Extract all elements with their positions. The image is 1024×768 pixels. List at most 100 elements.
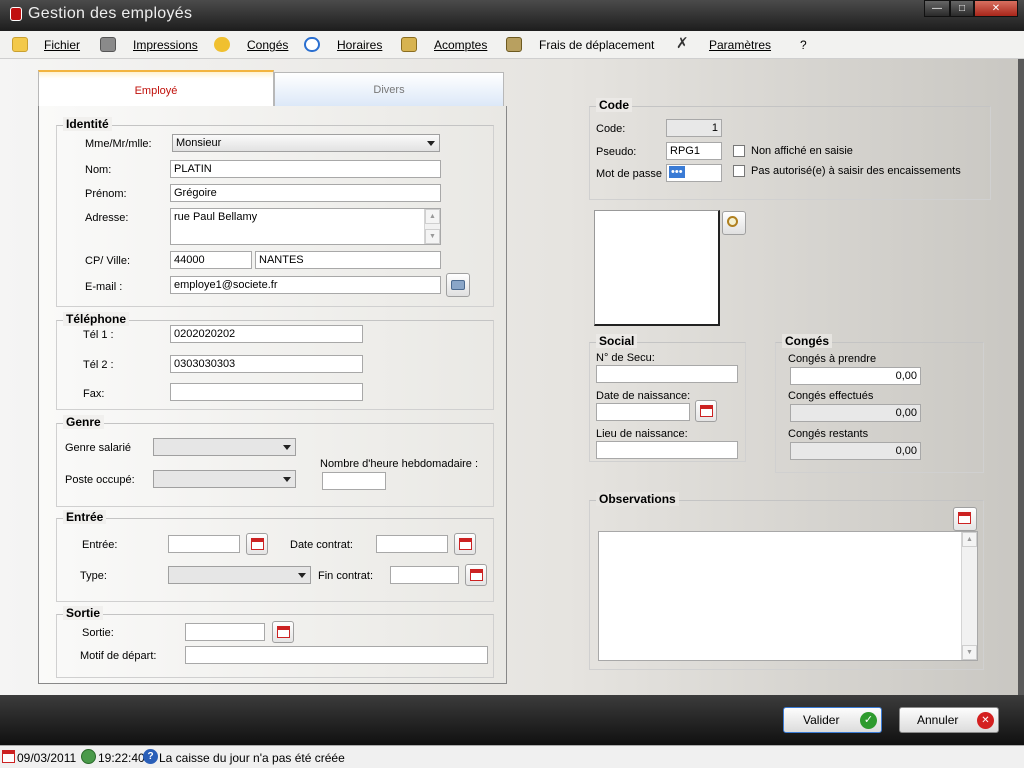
menu-parametres[interactable]: Paramètres [709,38,771,52]
valider-label: Valider [803,713,840,727]
calendar-icon [470,569,483,581]
naissance-input[interactable] [596,403,690,421]
sortie-date-input[interactable] [185,623,265,641]
entree-label: Entrée: [82,539,118,551]
app-icon [10,7,22,21]
prenom-input[interactable]: Grégoire [170,184,441,202]
fin-contrat-calendar-button[interactable] [465,564,487,586]
send-email-button[interactable] [446,273,470,297]
tel2-input[interactable]: 0303030303 [170,355,363,373]
menu-frais-deplacement[interactable]: Frais de déplacement [539,38,654,52]
observations-title: Observations [596,492,679,506]
pseudo-input[interactable]: RPG1 [666,142,722,160]
chevron-down-icon [298,573,306,578]
close-button[interactable]: ✕ [974,0,1018,17]
civilite-value: Monsieur [176,137,222,149]
scroll-down-icon[interactable]: ▼ [425,229,440,244]
secu-input[interactable] [596,365,738,383]
naissance-calendar-button[interactable] [695,400,717,422]
lieu-input[interactable] [596,441,738,459]
photo-box[interactable] [594,210,720,326]
secu-label: N° de Secu: [596,352,655,364]
mdp-value: ••• [669,166,685,178]
status-message: La caisse du jour n'a pas été créée [159,751,345,765]
ville-input[interactable]: NANTES [255,251,441,269]
genre-title: Genre [63,415,104,429]
pseudo-label: Pseudo: [596,146,637,158]
tel1-input[interactable]: 0202020202 [170,325,363,343]
motif-input[interactable] [185,646,488,664]
title-bar: Gestion des employés — □ ✕ [0,0,1024,31]
calendar-icon [958,512,971,524]
minimize-button[interactable]: — [924,0,950,17]
menu-fichier[interactable]: Fichier [44,38,80,52]
fax-input[interactable] [170,383,363,401]
naissance-label: Date de naissance: [596,390,691,402]
civilite-select[interactable]: Monsieur [172,134,440,152]
type-label: Type: [80,570,107,582]
entree-date-input[interactable] [168,535,240,553]
genre-salarie-select[interactable] [153,438,296,456]
cp-input[interactable]: 44000 [170,251,252,269]
prenom-label: Prénom: [85,188,127,200]
code-input: 1 [666,119,722,137]
mdp-input[interactable]: ••• [666,164,722,182]
entree-title: Entrée [63,510,107,524]
clock-icon [81,749,96,764]
money-icon [401,37,417,52]
printer-icon [100,37,116,52]
menu-impressions[interactable]: Impressions [133,38,198,52]
chevron-down-icon [427,141,435,146]
observations-textarea[interactable] [598,531,978,661]
scroll-down-icon[interactable]: ▼ [962,645,977,660]
genre-salarie-label: Genre salarié [65,442,132,454]
email-input[interactable]: employe1@societe.fr [170,276,441,294]
date-contrat-input[interactable] [376,535,448,553]
conges-a-prendre-label: Congés à prendre [788,353,877,365]
menu-conges[interactable]: Congés [247,38,288,52]
cp-ville-label: CP/ Ville: [85,255,131,267]
non-affiche-checkbox[interactable] [733,145,745,157]
civilite-label: Mme/Mr/mlle: [85,138,152,150]
calendar-icon [2,750,15,763]
fin-contrat-input[interactable] [390,566,459,584]
poste-select[interactable] [153,470,296,488]
adresse-label: Adresse: [85,212,129,224]
menu-acomptes[interactable]: Acomptes [434,38,487,52]
scroll-up-icon[interactable]: ▲ [962,532,977,547]
email-icon [451,280,465,290]
date-contrat-calendar-button[interactable] [454,533,476,555]
sortie-calendar-button[interactable] [272,621,294,643]
lieu-label: Lieu de naissance: [596,428,688,440]
calendar-icon [277,626,290,638]
cancel-icon: ✕ [977,712,994,729]
code-label: Code: [596,123,626,135]
observations-calendar-button[interactable] [953,507,977,531]
status-date: 09/03/2011 [17,751,77,765]
poste-label: Poste occupé: [65,474,135,486]
tab-employe[interactable]: Employé [38,70,274,108]
tab-divers[interactable]: Divers [274,72,504,106]
type-select[interactable] [168,566,311,584]
entree-calendar-button[interactable] [246,533,268,555]
pas-autorise-checkbox[interactable] [733,165,745,177]
conges-a-prendre-input[interactable]: 0,00 [790,367,921,385]
annuler-button[interactable]: Annuler ✕ [899,707,999,733]
date-contrat-label: Date contrat: [290,539,353,551]
photo-search-button[interactable] [722,211,746,235]
mdp-label: Mot de passe [596,168,663,180]
heures-input[interactable] [322,472,386,490]
sortie-label: Sortie: [82,627,114,639]
social-title: Social [596,334,638,348]
valider-button[interactable]: Valider ✓ [783,707,882,733]
travel-icon [506,37,522,52]
scroll-up-icon[interactable]: ▲ [425,209,440,224]
adresse-scrollbar[interactable]: ▲ ▼ [424,209,440,244]
adresse-textarea[interactable]: rue Paul Bellamy [170,208,441,245]
maximize-button[interactable]: □ [950,0,974,17]
observations-scrollbar[interactable]: ▲ ▼ [961,532,977,660]
nom-input[interactable]: PLATIN [170,160,441,178]
menu-horaires[interactable]: Horaires [337,38,382,52]
window-title: Gestion des employés [28,5,193,22]
menu-help[interactable]: ? [800,38,807,52]
